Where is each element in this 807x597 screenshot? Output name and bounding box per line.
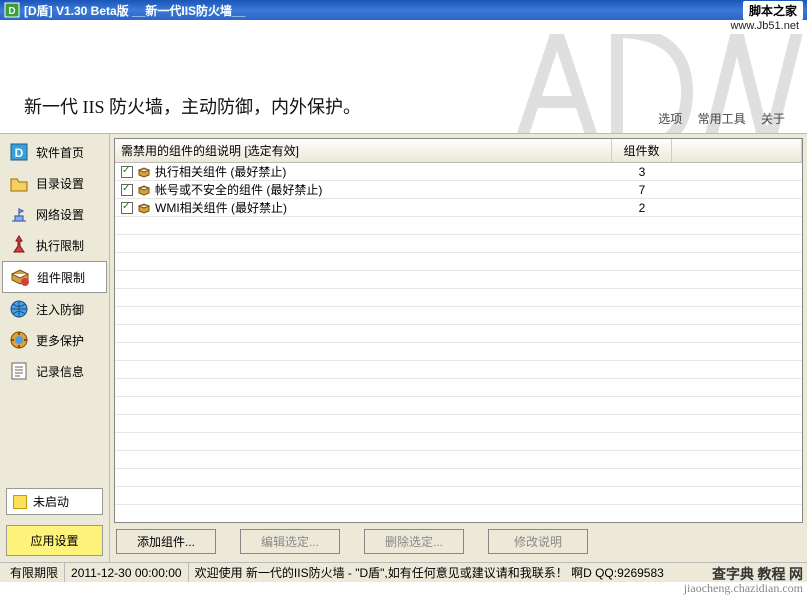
col-header-pad [672, 139, 802, 162]
url-line: www.Jb51.net [0, 20, 807, 34]
home-icon: D [8, 141, 30, 163]
status-square-icon [13, 495, 27, 509]
exec-icon [8, 234, 30, 256]
list-row-2[interactable]: WMI相关组件 (最好禁止) 2 [115, 199, 802, 217]
list-row-0[interactable]: 执行相关组件 (最好禁止) 3 [115, 163, 802, 181]
nav-label: 目录设置 [36, 175, 84, 192]
package-icon [137, 201, 151, 215]
nav-label: 执行限制 [36, 237, 84, 254]
list-row-1[interactable]: 帐号或不安全的组件 (最好禁止) 7 [115, 181, 802, 199]
add-component-button[interactable]: 添加组件... [116, 529, 216, 554]
col-header-name[interactable]: 需禁用的组件的组说明 [选定有效] [115, 139, 612, 162]
svg-text:D: D [15, 146, 24, 160]
workarea: D 软件首页目录设置网络设置执行限制组件限制注入防御更多保护记录信息 未启动 应用… [0, 134, 807, 562]
nav-item-5[interactable]: 注入防御 [2, 294, 107, 324]
watermark: 查字典 教程 网 jiaocheng.chazidian.com [684, 569, 803, 595]
sidebar: D 软件首页目录设置网络设置执行限制组件限制注入防御更多保护记录信息 未启动 应用… [0, 134, 110, 562]
nav-label: 记录信息 [36, 363, 84, 380]
modify-desc-button[interactable]: 修改说明 [488, 529, 588, 554]
banner: 新一代 IIS 防火墙，主动防御，内外保护。 选项 常用工具 关于 [0, 34, 807, 134]
list-row-empty [115, 487, 802, 505]
nav-item-2[interactable]: 网络设置 [2, 199, 107, 229]
row-checkbox[interactable] [121, 184, 133, 196]
list-row-empty [115, 217, 802, 235]
more-icon [8, 329, 30, 351]
main-panel: 需禁用的组件的组说明 [选定有效] 组件数 执行相关组件 (最好禁止) 3 帐号或不… [110, 134, 807, 562]
nav-item-7[interactable]: 记录信息 [2, 356, 107, 386]
row-label: 帐号或不安全的组件 (最好禁止) [155, 181, 322, 198]
nav-label: 网络设置 [36, 206, 84, 223]
nav-label: 组件限制 [37, 269, 85, 286]
package-icon [137, 183, 151, 197]
svg-text:D: D [8, 6, 15, 17]
watermark-line2: jiaocheng.chazidian.com [684, 582, 803, 595]
banner-menu: 选项 常用工具 关于 [646, 110, 785, 127]
row-checkbox[interactable] [121, 166, 133, 178]
list-row-empty [115, 289, 802, 307]
package-icon [137, 165, 151, 179]
menu-about[interactable]: 关于 [761, 112, 785, 126]
list-row-empty [115, 325, 802, 343]
nav-item-4[interactable]: 组件限制 [2, 261, 107, 293]
list-row-empty [115, 361, 802, 379]
nav-label: 软件首页 [36, 144, 84, 161]
row-count: 7 [612, 183, 672, 197]
branding-badge: 脚本之家 [743, 1, 803, 20]
apply-settings-button[interactable]: 应用设置 [6, 525, 103, 556]
list-row-empty [115, 397, 802, 415]
list-row-empty [115, 451, 802, 469]
list-row-empty [115, 271, 802, 289]
menu-options[interactable]: 选项 [658, 112, 682, 126]
row-checkbox[interactable] [121, 202, 133, 214]
log-icon [8, 360, 30, 382]
delete-selected-button[interactable]: 删除选定... [364, 529, 464, 554]
row-count: 2 [612, 201, 672, 215]
window-title: [D盾] V1.30 Beta版 __新一代IIS防火墙__ [24, 2, 245, 19]
list-row-empty [115, 415, 802, 433]
listview: 需禁用的组件的组说明 [选定有效] 组件数 执行相关组件 (最好禁止) 3 帐号或不… [114, 138, 803, 523]
edit-selected-button[interactable]: 编辑选定... [240, 529, 340, 554]
status-indicator: 未启动 [6, 488, 103, 515]
col-header-count[interactable]: 组件数 [612, 139, 672, 162]
expire-value: 2011-12-30 00:00:00 [65, 563, 189, 582]
nav-item-3[interactable]: 执行限制 [2, 230, 107, 260]
expire-label: 有限期限 [4, 563, 65, 582]
app-icon: D [4, 2, 20, 18]
nav-label: 更多保护 [36, 332, 84, 349]
nav-item-0[interactable]: D 软件首页 [2, 137, 107, 167]
status-label: 未启动 [33, 493, 69, 510]
row-label: WMI相关组件 (最好禁止) [155, 199, 287, 216]
list-row-empty [115, 433, 802, 451]
globe-icon [8, 298, 30, 320]
list-row-empty [115, 505, 802, 522]
list-row-empty [115, 307, 802, 325]
listview-header: 需禁用的组件的组说明 [选定有效] 组件数 [115, 139, 802, 163]
button-bar: 添加组件... 编辑选定... 删除选定... 修改说明 [114, 523, 803, 558]
row-count: 3 [612, 165, 672, 179]
network-icon [8, 203, 30, 225]
list-row-empty [115, 469, 802, 487]
row-label: 执行相关组件 (最好禁止) [155, 163, 286, 180]
nav-item-1[interactable]: 目录设置 [2, 168, 107, 198]
list-row-empty [115, 343, 802, 361]
nav-item-6[interactable]: 更多保护 [2, 325, 107, 355]
listview-body[interactable]: 执行相关组件 (最好禁止) 3 帐号或不安全的组件 (最好禁止) 7 WMI相关组件 (… [115, 163, 802, 522]
slogan-text: 新一代 IIS 防火墙，主动防御，内外保护。 [24, 93, 361, 119]
menu-tools[interactable]: 常用工具 [698, 112, 746, 126]
titlebar: D [D盾] V1.30 Beta版 __新一代IIS防火墙__ 脚本之家 [0, 0, 807, 20]
list-row-empty [115, 235, 802, 253]
list-row-empty [115, 379, 802, 397]
folder-icon [8, 172, 30, 194]
component-icon [9, 266, 31, 288]
list-row-empty [115, 253, 802, 271]
nav-label: 注入防御 [36, 301, 84, 318]
